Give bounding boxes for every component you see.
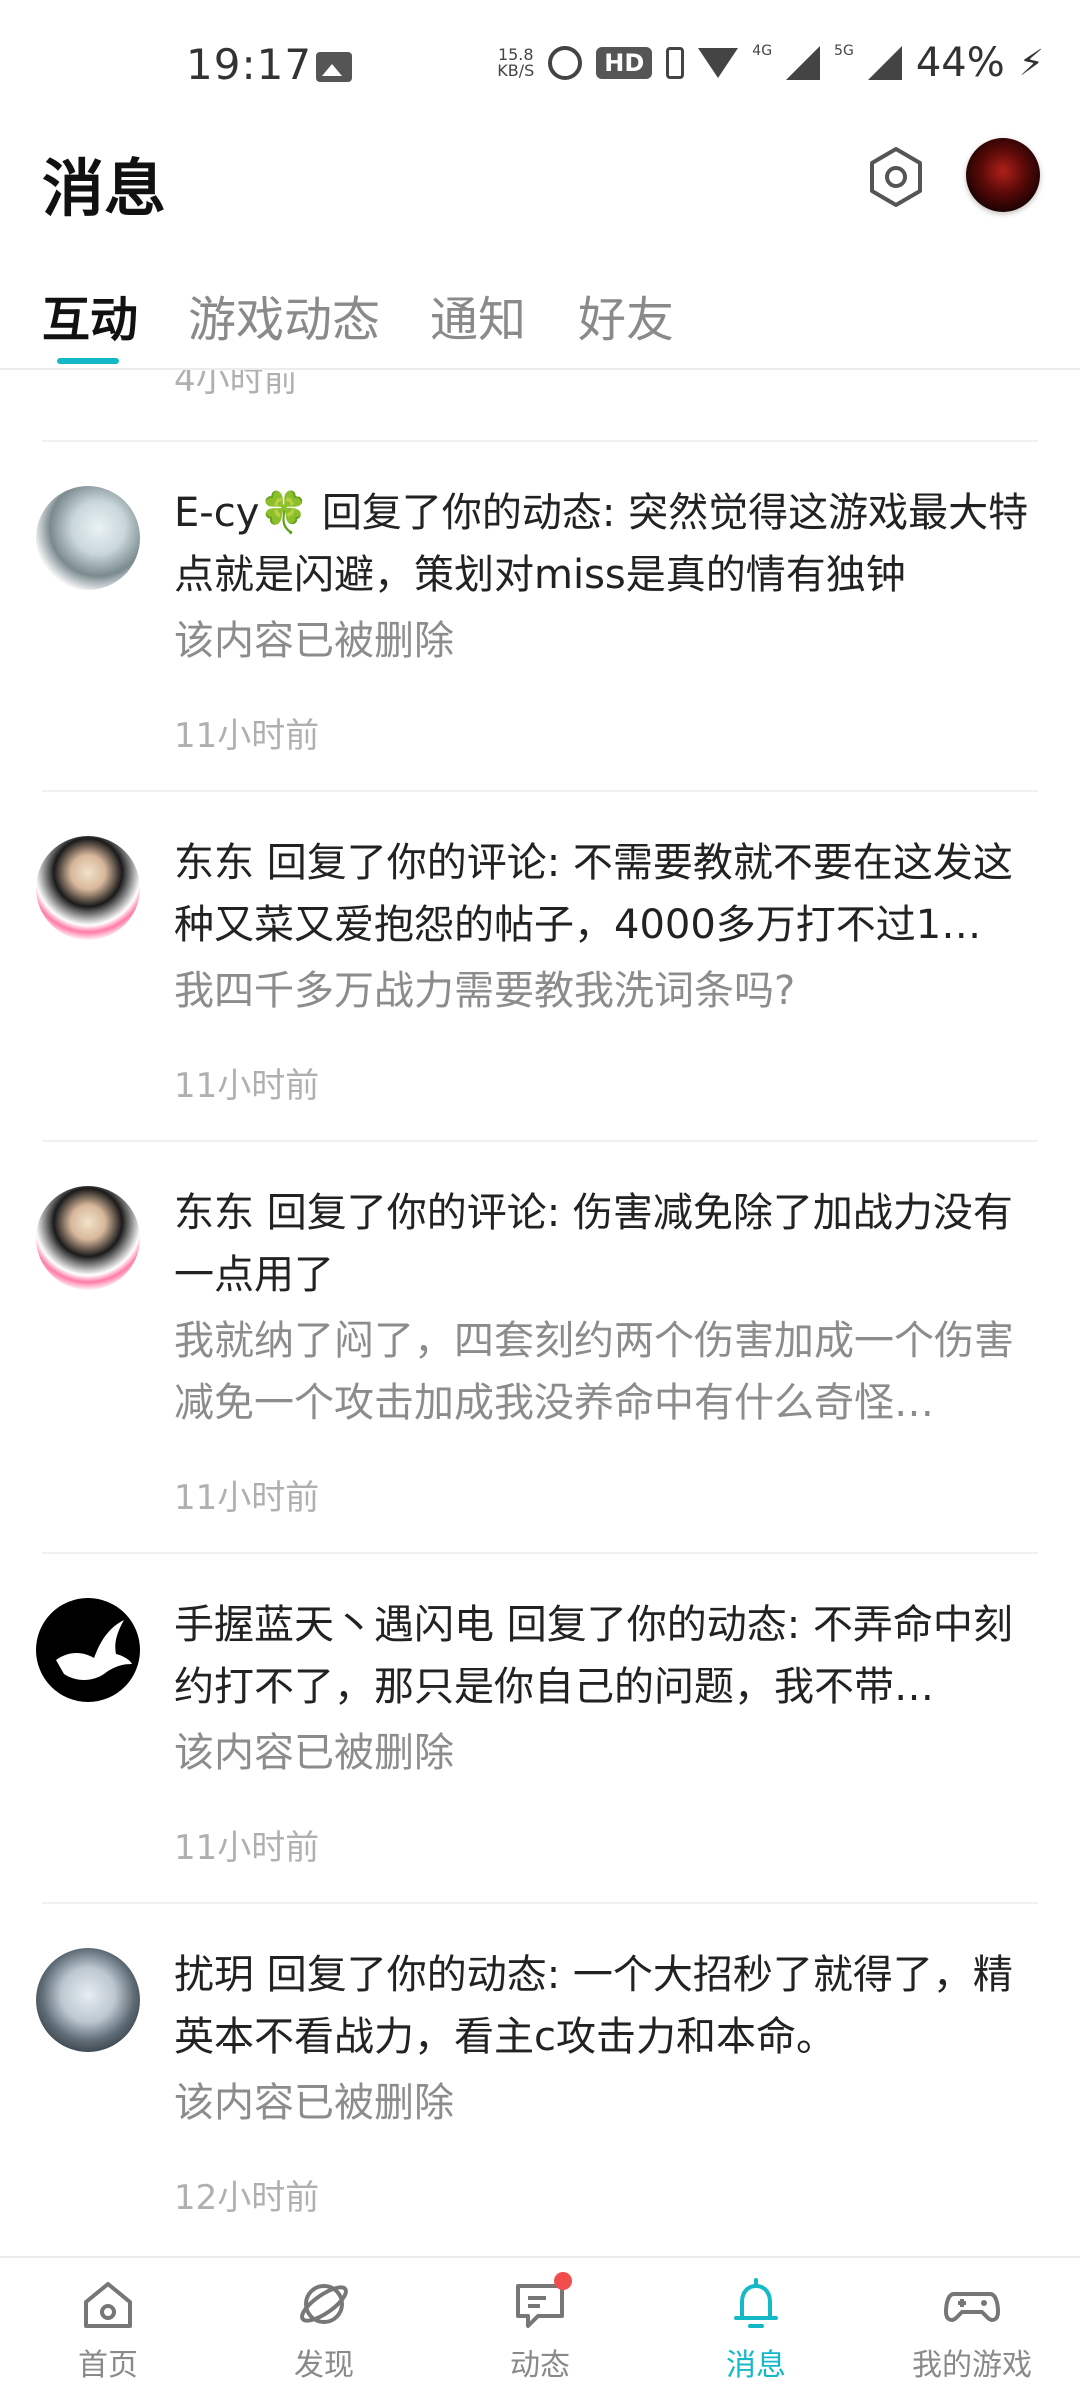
home-icon <box>84 2282 132 2328</box>
signal-4g-icon <box>786 46 821 80</box>
partial-item-time: 4小时前 <box>174 370 298 400</box>
message-list[interactable]: 4小时前 E-cy🍀 回复了你的动态: 突然觉得这游戏最大特点就是闪避，策划对m… <box>0 370 1080 2256</box>
message-item[interactable]: 手握蓝天丶遇闪电 回复了你的动态: 不弄命中刻约打不了，那只是你自己的问题，我不… <box>0 1554 1080 1902</box>
message-content: 手握蓝天丶遇闪电 回复了你的动态: 不弄命中刻约打不了，那只是你自己的问题，我不… <box>174 1594 1044 1869</box>
avatar[interactable] <box>36 836 140 940</box>
signal-4g-label: 4G <box>752 43 773 59</box>
message-content: 扰玥 回复了你的动态: 一个大招秒了就得了，精英本不看战力，看主c攻击力和本命。… <box>174 1944 1044 2219</box>
message-text: 扰玥 回复了你的动态: 一个大招秒了就得了，精英本不看战力，看主c攻击力和本命。 <box>174 1944 1044 2068</box>
message-text: 东东 回复了你的评论: 伤害减免除了加战力没有一点用了 <box>174 1182 1044 1306</box>
nav-home-label: 首页 <box>78 2348 138 2383</box>
message-quote: 该内容已被删除 <box>174 1730 454 1776</box>
message-item[interactable]: 东东 回复了你的评论: 不需要教就不要在这发这种又菜又爱抱怨的帖子，4000多万… <box>0 792 1080 1140</box>
message-main-text: 扰玥 回复了你的动态: 一个大招秒了就得了，精英本不看战力，看主c攻击力和本命。 <box>174 1952 1013 2060</box>
nav-home[interactable]: 首页 <box>38 2274 178 2384</box>
message-main-text: 东东 回复了你的评论: 不需要教就不要在这发这种又菜又爱抱怨的帖子，4000多万… <box>174 840 1013 948</box>
wifi-icon <box>698 48 739 78</box>
gamepad-icon <box>944 2292 1000 2322</box>
message-main-text: E-cy🍀 回复了你的动态: 突然觉得这游戏最大特点就是闪避，策划对miss是真… <box>174 490 1029 598</box>
bell-icon <box>734 2278 778 2328</box>
message-time: 11小时前 <box>174 716 320 756</box>
message-quote: 我四千多万战力需要教我洗词条吗? <box>174 968 796 1014</box>
message-quote: 该内容已被删除 <box>174 2080 454 2126</box>
net-speed: 15.8 KB/S <box>497 47 534 79</box>
nav-discover-label: 发现 <box>294 2348 354 2383</box>
tab-game-updates[interactable]: 游戏动态 <box>188 280 380 350</box>
message-text: E-cy🍀 回复了你的动态: 突然觉得这游戏最大特点就是闪避，策划对miss是真… <box>174 482 1044 606</box>
nav-discover[interactable]: 发现 <box>254 2274 394 2384</box>
discover-icon <box>300 2284 348 2324</box>
nav-my-games-label: 我的游戏 <box>912 2348 1032 2383</box>
tab-bar: 互动 游戏动态 通知 好友 <box>0 270 1080 366</box>
message-main-text: 手握蓝天丶遇闪电 回复了你的动态: 不弄命中刻约打不了，那只是你自己的问题，我不… <box>174 1602 1013 1710</box>
battery-level: 44% <box>915 40 1005 86</box>
message-content: 东东 回复了你的评论: 伤害减免除了加战力没有一点用了 我就纳了闷了，四套刻约两… <box>174 1182 1044 1519</box>
status-icons: 15.8 KB/S HD 4G 5G 44% ⚡ <box>497 40 1044 86</box>
message-text: 手握蓝天丶遇闪电 回复了你的动态: 不弄命中刻约打不了，那只是你自己的问题，我不… <box>174 1594 1044 1718</box>
nav-my-games[interactable]: 我的游戏 <box>902 2274 1042 2384</box>
message-main-text: 东东 回复了你的评论: 伤害减免除了加战力没有一点用了 <box>174 1190 1013 1298</box>
message-time: 12小时前 <box>174 2178 320 2218</box>
active-tab-indicator <box>57 358 119 364</box>
message-time: 11小时前 <box>174 1066 320 1106</box>
status-time: 19:17 <box>186 40 313 89</box>
tab-notifications[interactable]: 通知 <box>430 280 526 350</box>
charging-icon: ⚡ <box>1018 42 1044 84</box>
message-time: 11小时前 <box>174 1828 320 1868</box>
tab-friends[interactable]: 好友 <box>578 280 674 350</box>
nav-messages[interactable]: 消息 <box>686 2274 826 2384</box>
message-item[interactable]: E-cy🍀 回复了你的动态: 突然觉得这游戏最大特点就是闪避，策划对miss是真… <box>0 442 1080 790</box>
feed-badge-dot <box>554 2272 572 2290</box>
message-text: 东东 回复了你的评论: 不需要教就不要在这发这种又菜又爱抱怨的帖子，4000多万… <box>174 832 1044 956</box>
dove-icon <box>56 1620 132 1680</box>
avatar[interactable] <box>36 1186 140 1290</box>
nav-feed[interactable]: 动态 <box>470 2272 610 2384</box>
user-avatar[interactable] <box>966 138 1040 212</box>
message-item[interactable]: 东东 回复了你的评论: 伤害减免除了加战力没有一点用了 我就纳了闷了，四套刻约两… <box>0 1142 1080 1552</box>
avatar[interactable] <box>36 1598 140 1702</box>
status-bar: 19:17 15.8 KB/S HD 4G 5G 44% ⚡ <box>0 0 1080 130</box>
screen: 19:17 15.8 KB/S HD 4G 5G 44% ⚡ 消息 互动 游戏动… <box>0 0 1080 2400</box>
avatar[interactable] <box>36 1948 140 2052</box>
message-item[interactable]: 扰玥 回复了你的动态: 一个大招秒了就得了，精英本不看战力，看主c攻击力和本命。… <box>0 1904 1080 2252</box>
gallery-notification-icon <box>316 52 352 82</box>
settings-icon[interactable] <box>864 145 928 209</box>
net-speed-unit: KB/S <box>497 61 535 80</box>
vibrate-icon <box>666 47 685 79</box>
message-content: 东东 回复了你的评论: 不需要教就不要在这发这种又菜又爱抱怨的帖子，4000多万… <box>174 832 1044 1107</box>
avatar[interactable] <box>36 486 140 590</box>
signal-5g-label: 5G <box>834 43 854 59</box>
nav-feed-label: 动态 <box>510 2348 570 2383</box>
message-quote: 我就纳了闷了，四套刻约两个伤害加成一个伤害减免一个攻击加成我没养命中有什么奇怪… <box>174 1318 1014 1426</box>
message-quote: 该内容已被删除 <box>174 618 454 664</box>
signal-5g-icon <box>867 46 902 80</box>
message-content: E-cy🍀 回复了你的动态: 突然觉得这游戏最大特点就是闪避，策划对miss是真… <box>174 482 1044 757</box>
bottom-nav: 首页 发现 动态 消息 我的游戏 <box>0 2256 1080 2400</box>
hd-badge: HD <box>596 47 653 79</box>
alarm-icon <box>548 46 583 80</box>
nav-messages-label: 消息 <box>726 2348 786 2383</box>
tab-interaction[interactable]: 互动 <box>42 280 138 350</box>
page-title: 消息 <box>42 152 167 225</box>
message-time: 11小时前 <box>174 1478 320 1518</box>
